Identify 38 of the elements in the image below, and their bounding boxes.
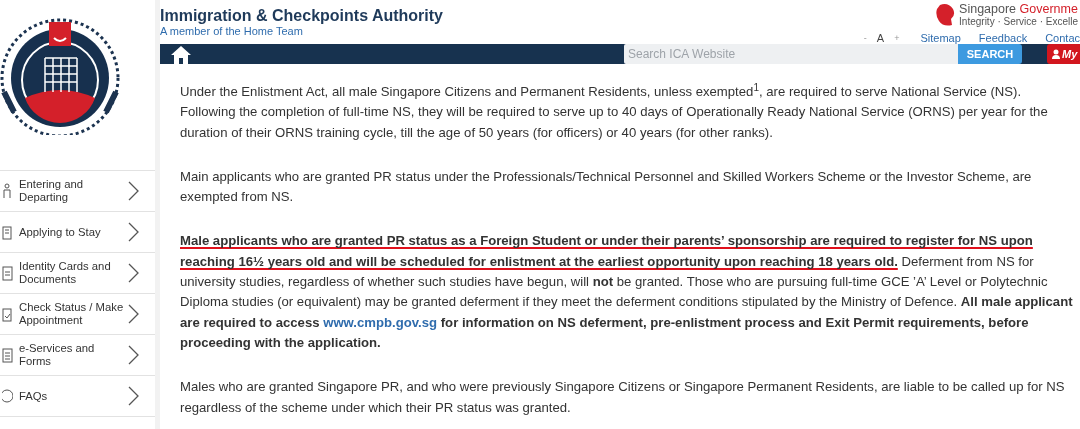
font-size-control[interactable]: - [860,33,870,43]
utility-link[interactable]: Sitemap [920,32,961,44]
website-link[interactable]: www.cmpb.gov.sg [323,314,438,330]
body-paragraph: Main applicants who are granted PR status under the Professionals/Technical Personnel and Skilled Workers Scheme or the Investor Scheme, are exempted from NS. [180,167,1033,207]
category-icon [2,224,13,240]
search-field[interactable]: Search ICA Website [624,44,958,64]
category-icon [2,347,13,363]
person-icon [1052,49,1060,59]
login-button[interactable]: My [1047,44,1080,64]
category-icon [2,388,13,404]
utility-link[interactable]: Contac [1045,32,1080,44]
sidebar-item[interactable]: Check Status / Make Appointment [0,294,155,334]
site-subtitle: A member of the Home Team [160,25,304,37]
sidebar-item[interactable]: e-Services and Forms [0,335,155,375]
home-icon[interactable] [171,44,191,64]
sidebar-item[interactable]: Applying to Stay [0,212,155,252]
chevron-right-icon [128,345,139,365]
font-size-control[interactable]: A [873,32,888,44]
brand-tagline: Integrity · Service · Excelle [959,16,1078,27]
category-icon [2,265,13,281]
government-brand: Singapore Governme [959,2,1078,16]
category-icon [2,183,13,199]
sidebar-item[interactable]: FAQs [0,376,155,416]
body-paragraph: Male applicants who are granted PR status as a Foreign Student or under their parents’ sponsorship are required to register for NS upon reaching 16½ years old and will be scheduled for enlistment at the earliest opportunity upon reaching 18 years old. Deferment from NS for university studies, regardless of whether such studies have begun, will not be granted. Those who are pursuing full-time GCE ’A’ Level or Polytechnic Diploma studies (or equivalent) may be granted deferment if they meet the deferment conditions stipulated by the Ministry of Defence. All male applicant are required to access www.cmpb.gov.sg for information on NS deferment, pre-enlistment process and Exit Permit requirements, before proceeding with the application. [180,232,1073,352]
chevron-right-icon [128,263,139,283]
chevron-right-icon [128,304,139,324]
sidebar-item[interactable]: Entering and Departing [0,171,155,211]
chevron-right-icon [128,181,139,201]
sidebar-item[interactable]: Identity Cards and Documents [0,253,155,293]
body-paragraph: Under the Enlistment Act, all male Singapore Citizens and Permanent Residents, unless exempted$^{1}$, are required to serve National Service (NS). Following the completion of full-time NS, they will be required to serve up to 40 days of Operationally Ready National Service (ORNS) per year for the duration of their ORNS training cycle, till the age of 50 years (for officers) or 40 years (for other ranks). [180,82,1049,142]
body-paragraph: Males who are granted Singapore PR, and who were previously Singapore Citizens or Singapore Permanent Residents, are liable to be called up for NS regardless of the scheme under which their PR status was granted. [180,378,1066,417]
chevron-right-icon [128,386,139,406]
search-button[interactable]: SEARCH [958,44,1022,64]
chevron-right-icon [128,222,139,242]
category-icon [2,306,13,322]
utility-link[interactable]: Feedback [978,32,1028,44]
font-size-control[interactable]: + [891,33,903,43]
site-title: Immigration & Checkpoints Authority [160,7,443,25]
